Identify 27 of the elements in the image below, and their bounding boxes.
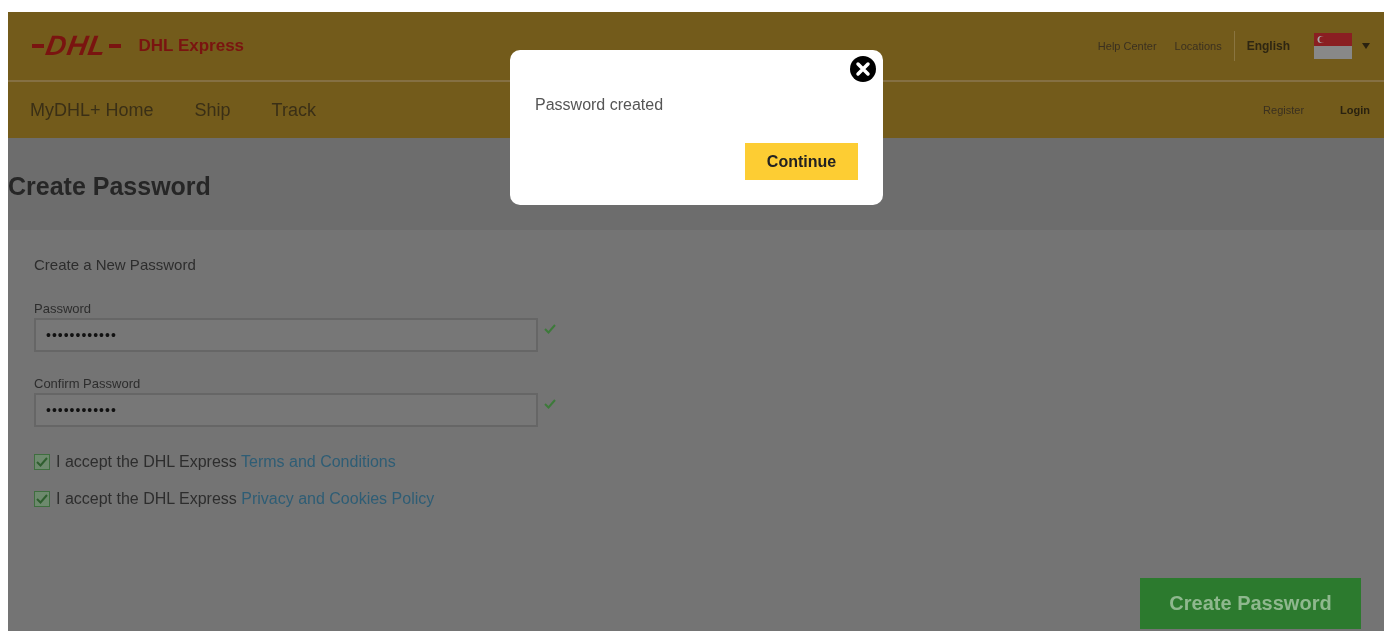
password-field[interactable]: •••••••••••• <box>34 318 538 352</box>
continue-button[interactable]: Continue <box>745 143 858 180</box>
nav-link[interactable]: Track <box>271 99 316 121</box>
create-password-button[interactable]: Create Password <box>1140 578 1361 629</box>
header-link[interactable]: Help Center <box>1097 40 1157 52</box>
account-link[interactable]: Login <box>1340 104 1370 116</box>
checkbox[interactable] <box>34 491 50 507</box>
brand-name: DHL Express <box>138 36 245 56</box>
field-label: Password <box>34 301 93 316</box>
form-heading: Create a New Password <box>34 256 197 273</box>
close-icon[interactable] <box>850 56 876 82</box>
caret-icon[interactable] <box>1362 43 1370 49</box>
nav-link[interactable]: Ship <box>194 99 231 121</box>
field-label: Confirm Password <box>34 376 142 391</box>
agreement-text: I accept the DHL Express Terms and Conditions <box>56 453 396 471</box>
nav-link[interactable]: MyDHL+ Home <box>30 99 154 121</box>
dialog-message: Password created <box>535 96 665 114</box>
account-link[interactable]: Register <box>1263 104 1305 116</box>
language-selector[interactable]: English <box>1246 39 1290 53</box>
dhl-logo[interactable]: DHL <box>32 30 121 62</box>
policy-link[interactable]: Privacy and Cookies Policy <box>241 490 435 507</box>
password-field[interactable]: •••••••••••• <box>34 393 538 427</box>
policy-link[interactable]: Terms and Conditions <box>241 453 396 470</box>
page-title: Create Password <box>8 171 211 201</box>
agreement-text: I accept the DHL Express Privacy and Cookies Policy <box>56 490 435 508</box>
flag-icon[interactable] <box>1314 33 1352 59</box>
checkbox[interactable] <box>34 454 50 470</box>
